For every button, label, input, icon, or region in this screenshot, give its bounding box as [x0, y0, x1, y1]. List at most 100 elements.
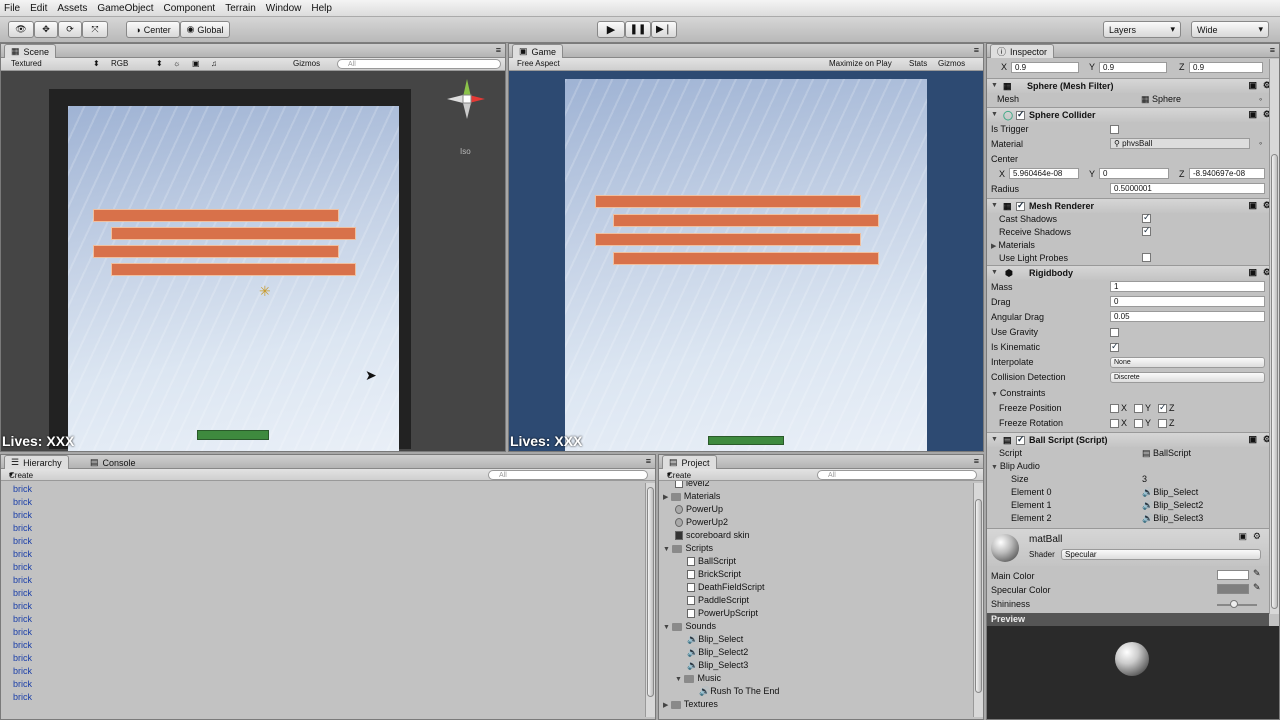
panel-menu-icon[interactable]: ≡ [1270, 45, 1275, 55]
mesh-renderer-header[interactable]: ▼ ▦ Mesh Renderer ▣⚙ [987, 198, 1279, 213]
project-scrollbar[interactable] [973, 483, 983, 717]
preview-area[interactable] [987, 626, 1279, 719]
project-search-input[interactable]: All [817, 470, 977, 480]
list-item[interactable]: brick [13, 510, 32, 520]
radius-field[interactable]: 0.5000001 [1110, 183, 1265, 194]
list-item[interactable]: brick [13, 627, 32, 637]
mass-field[interactable]: 1 [1110, 281, 1265, 292]
projection-label[interactable]: Iso [460, 147, 471, 156]
sphere-collider-header[interactable]: ▼ ◯ Sphere Collider ▣⚙ [987, 107, 1279, 122]
list-item[interactable]: ▶ Materials [663, 491, 720, 501]
list-item[interactable]: brick [13, 523, 32, 533]
center-z-field[interactable]: -8.940697e-08 [1189, 168, 1265, 179]
list-item[interactable]: brick [13, 588, 32, 598]
scale-x-field[interactable]: 0.9 [1011, 62, 1079, 73]
project-create-button[interactable]: Create ▾ [667, 470, 691, 480]
drag-field[interactable]: 0 [1110, 296, 1265, 307]
center-y-field[interactable]: 0 [1099, 168, 1169, 179]
maximize-on-play-toggle[interactable]: Maximize on Play [829, 59, 892, 68]
physic-material-field[interactable]: ⚲ phvsBall [1110, 138, 1250, 149]
hierarchy-create-button[interactable]: Create ▾ [9, 470, 33, 480]
list-item[interactable]: 🔊Blip_Select2 [687, 647, 748, 658]
gizmos-dropdown[interactable]: Gizmos [293, 59, 320, 68]
menu-terrain[interactable]: Terrain [225, 3, 256, 14]
ball-script-enabled-checkbox[interactable] [1016, 434, 1025, 445]
object-picker-icon[interactable]: ◦ [1259, 138, 1262, 148]
freeze-rot-z-checkbox[interactable] [1158, 419, 1167, 428]
help-icon[interactable]: ▣ [1248, 267, 1257, 278]
scrollbar-thumb[interactable] [1271, 154, 1278, 609]
list-item[interactable]: brick [13, 549, 32, 559]
specular-color-swatch[interactable] [1217, 584, 1249, 594]
list-item[interactable]: scoreboard skin [675, 530, 750, 541]
receive-shadows-checkbox[interactable] [1142, 225, 1151, 236]
tab-console[interactable]: ▤ Console [83, 455, 143, 469]
freeze-pos-y-checkbox[interactable] [1134, 404, 1143, 413]
list-item[interactable]: brick [13, 653, 32, 663]
tab-scene[interactable]: ▦ Scene [4, 44, 57, 58]
scrollbar-thumb[interactable] [647, 487, 654, 697]
stats-toggle[interactable]: Stats [909, 59, 927, 68]
lighting-toggle-icon[interactable]: ☼ [173, 59, 180, 68]
collapse-icon[interactable]: ▼ [675, 676, 682, 683]
scale-tool-button[interactable]: ⤧ [82, 21, 108, 38]
is-kinematic-checkbox[interactable] [1110, 341, 1119, 352]
element-1-field[interactable]: 🔊Blip_Select2 [1142, 500, 1203, 511]
audio-toggle-icon[interactable]: ♫ [211, 59, 217, 68]
freeze-rot-x-checkbox[interactable] [1110, 419, 1119, 428]
freeze-pos-x-checkbox[interactable] [1110, 404, 1119, 413]
pivot-global-button[interactable]: ◉ Global [180, 21, 230, 38]
freeze-pos-z-checkbox[interactable] [1158, 402, 1167, 413]
element-0-field[interactable]: 🔊Blip_Select [1142, 487, 1198, 498]
collision-detection-dropdown[interactable]: Discrete [1110, 372, 1265, 383]
angular-drag-field[interactable]: 0.05 [1110, 311, 1265, 322]
interpolate-dropdown[interactable]: None [1110, 357, 1265, 368]
sphere-collider-enabled-checkbox[interactable] [1016, 109, 1025, 120]
help-icon[interactable]: ▣ [1238, 531, 1247, 542]
list-item[interactable]: ▶ Textures [663, 699, 718, 709]
list-item[interactable]: PowerUp [675, 504, 723, 515]
size-field[interactable]: 3 [1142, 474, 1147, 484]
menu-window[interactable]: Window [266, 3, 302, 14]
help-icon[interactable]: ▣ [1248, 200, 1257, 211]
collapse-icon[interactable]: ▼ [663, 624, 670, 631]
list-item[interactable]: PowerUp2 [675, 517, 728, 528]
gear-icon[interactable]: ⚙ [1253, 531, 1261, 542]
list-item[interactable]: BrickScript [687, 569, 741, 580]
hierarchy-search-input[interactable]: All [488, 470, 648, 480]
main-color-swatch[interactable] [1217, 570, 1249, 580]
list-item[interactable]: PaddleScript [687, 595, 749, 606]
list-item[interactable]: brick [13, 614, 32, 624]
menu-file[interactable]: File [4, 3, 20, 14]
list-item[interactable]: brick [13, 536, 32, 546]
panel-menu-icon[interactable]: ≡ [974, 456, 979, 466]
image-toggle-icon[interactable]: ▣ [192, 59, 200, 68]
use-gravity-checkbox[interactable] [1110, 328, 1119, 337]
script-field[interactable]: ▤ BallScript [1142, 448, 1191, 459]
tab-game[interactable]: ▣ Game [512, 44, 564, 58]
tab-hierarchy[interactable]: ☰ Hierarchy [4, 455, 69, 469]
list-item[interactable]: brick [13, 601, 32, 611]
menu-edit[interactable]: Edit [30, 3, 47, 14]
list-item[interactable]: brick [13, 640, 32, 650]
rotate-tool-button[interactable]: ⟳ [58, 21, 82, 38]
light-gizmo-icon[interactable]: ✳ [259, 283, 271, 300]
list-item[interactable]: level2 [675, 481, 710, 489]
tab-inspector[interactable]: ⓘ Inspector [990, 44, 1055, 58]
channel-dropdown[interactable]: RGB [111, 59, 128, 68]
element-2-field[interactable]: 🔊Blip_Select3 [1142, 513, 1203, 524]
list-item[interactable]: ▼ Scripts [663, 543, 713, 553]
menu-component[interactable]: Component [164, 3, 216, 14]
mesh-renderer-enabled-checkbox[interactable] [1016, 200, 1025, 211]
material-header[interactable]: matBall Shader Specular ▣ ⚙ [987, 528, 1269, 566]
hierarchy-scrollbar[interactable] [645, 483, 655, 717]
step-button[interactable]: ▶❘ [651, 21, 677, 38]
paddle[interactable] [197, 430, 269, 440]
scale-y-field[interactable]: 0.9 [1099, 62, 1167, 73]
collapse-icon[interactable]: ▼ [991, 82, 998, 89]
help-icon[interactable]: ▣ [1248, 80, 1257, 91]
panel-menu-icon[interactable]: ≡ [646, 456, 651, 466]
light-probes-checkbox[interactable] [1142, 253, 1151, 262]
game-gizmos-dropdown[interactable]: Gizmos [938, 59, 965, 68]
render-mode-dropdown[interactable]: Textured [11, 59, 42, 68]
